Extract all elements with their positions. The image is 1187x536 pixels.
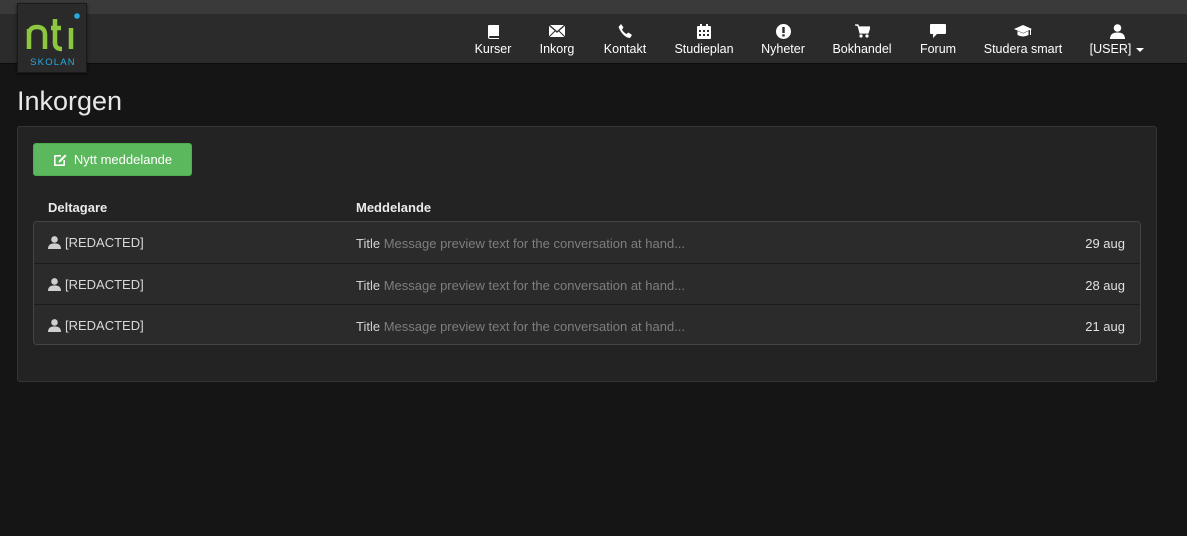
message-date: 29 aug — [1085, 236, 1125, 251]
nav-item-kontakt[interactable]: Kontakt — [603, 14, 647, 64]
chevron-down-icon — [1136, 47, 1145, 52]
nav-item-studieplan[interactable]: Studieplan — [674, 14, 734, 64]
browser-top-strip — [0, 0, 1187, 14]
participant-name: [REDACTED] — [65, 277, 144, 292]
message-row[interactable]: [REDACTED] Title Message preview text fo… — [34, 222, 1140, 263]
message-preview: Message preview text for the conversatio… — [383, 236, 686, 251]
message-date: 21 aug — [1085, 319, 1125, 334]
nav-item-bokhandel[interactable]: Bokhandel — [832, 14, 892, 64]
participant-name: [REDACTED] — [65, 235, 144, 250]
new-message-label: Nytt meddelande — [73, 152, 173, 167]
nav-item-user-menu[interactable]: [USER] — [1089, 14, 1145, 64]
nav-label-kurser: Kurser — [474, 42, 512, 56]
participant-name: [REDACTED] — [65, 318, 144, 333]
nav-label-kontakt: Kontakt — [603, 42, 647, 56]
logo-subtitle: SKOLAN — [30, 57, 76, 68]
nav-label-user: [USER] — [1090, 42, 1145, 56]
message-list: [REDACTED] Title Message preview text fo… — [33, 221, 1141, 345]
nav-label-studera-smart: Studera smart — [983, 42, 1063, 56]
row-message: Title Message preview text for the conve… — [356, 278, 685, 293]
graduation-cap-icon — [1014, 21, 1032, 41]
speech-bubble-icon — [930, 21, 946, 41]
message-date: 28 aug — [1085, 278, 1125, 293]
message-title: Title — [356, 319, 381, 334]
row-message: Title Message preview text for the conve… — [356, 319, 685, 334]
column-header-participant: Deltagare — [48, 200, 108, 215]
row-participant: [REDACTED] — [48, 277, 144, 292]
new-message-button[interactable]: Nytt meddelande — [33, 143, 192, 176]
nav-label-inkorg: Inkorg — [539, 42, 575, 56]
inbox-panel: Nytt meddelande Deltagare Meddelande [RE… — [17, 126, 1157, 382]
message-title: Title — [356, 278, 381, 293]
exclamation-icon — [775, 21, 791, 41]
row-message: Title Message preview text for the conve… — [356, 236, 685, 251]
calendar-icon — [697, 21, 711, 41]
book-icon — [487, 21, 500, 41]
cart-icon — [854, 21, 870, 41]
user-icon — [48, 236, 61, 249]
nti-skolan-logo[interactable]: SKOLAN — [17, 3, 87, 73]
phone-icon — [618, 21, 632, 41]
nav-label-bokhandel: Bokhandel — [832, 42, 892, 56]
envelope-icon — [549, 21, 565, 41]
user-icon — [1109, 21, 1125, 41]
nav-item-nyheter[interactable]: Nyheter — [760, 14, 806, 64]
nav-item-inkorg[interactable]: Inkorg — [539, 14, 575, 64]
message-title: Title — [356, 236, 381, 251]
column-header-message: Meddelande — [356, 200, 432, 215]
nav-item-kurser[interactable]: Kurser — [475, 14, 511, 64]
row-participant: [REDACTED] — [48, 235, 144, 250]
edit-icon — [53, 153, 67, 167]
nav-label-studieplan: Studieplan — [674, 42, 734, 56]
nav-label-nyheter: Nyheter — [761, 42, 805, 56]
nav-item-forum[interactable]: Forum — [919, 14, 957, 64]
nav-label-forum: Forum — [919, 42, 957, 56]
user-name: [USER] — [1089, 42, 1132, 56]
message-row[interactable]: [REDACTED] Title Message preview text fo… — [34, 304, 1140, 344]
nav-item-studera-smart[interactable]: Studera smart — [983, 14, 1063, 64]
page-title: Inkorgen — [17, 86, 123, 116]
user-icon — [48, 278, 61, 291]
row-participant: [REDACTED] — [48, 318, 144, 333]
user-icon — [48, 319, 61, 332]
message-preview: Message preview text for the conversatio… — [383, 319, 686, 334]
message-row[interactable]: [REDACTED] Title Message preview text fo… — [34, 263, 1140, 304]
message-preview: Message preview text for the conversatio… — [383, 278, 686, 293]
